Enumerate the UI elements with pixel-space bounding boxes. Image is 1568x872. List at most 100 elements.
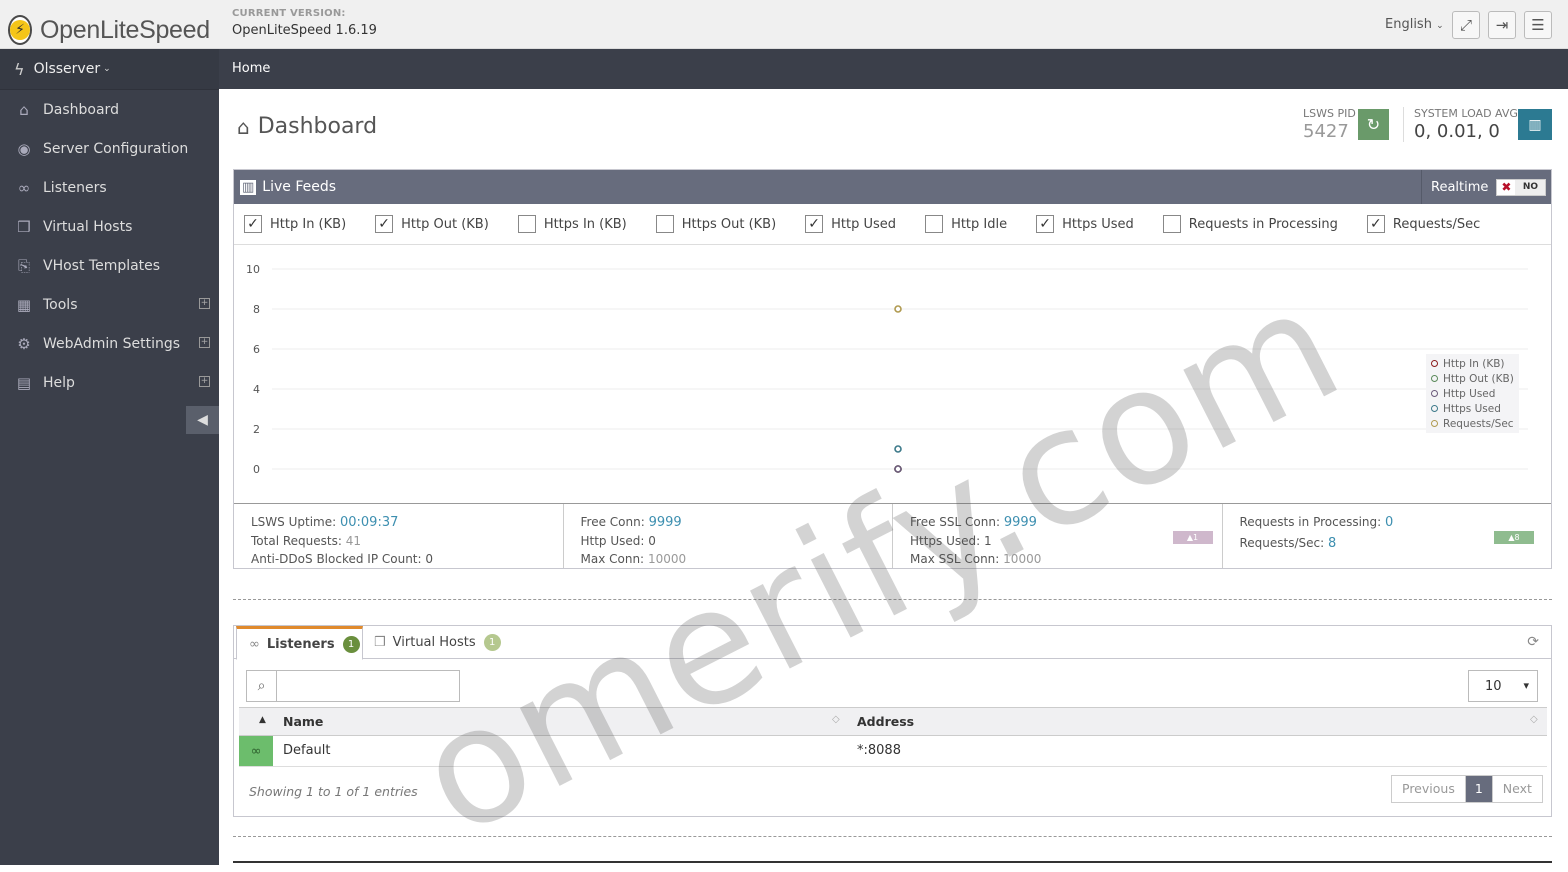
realtime-label: Realtime — [1431, 179, 1489, 195]
expand-plus-icon[interactable]: + — [199, 337, 210, 348]
sidebar-item-vhost-templates[interactable]: ⎘ VHost Templates — [0, 246, 219, 285]
sort-icon[interactable]: ◇ — [1530, 714, 1538, 725]
series-checkbox[interactable]: ✓ Http In (KB) — [244, 215, 346, 233]
series-checkbox[interactable]: ✓ Http Used — [805, 215, 896, 233]
collapse-sidebar-button[interactable]: ◀ — [186, 406, 219, 434]
sidebar-item-server-configuration[interactable]: ◉ Server Configuration — [0, 129, 219, 168]
menu-button[interactable]: ☰ — [1524, 11, 1552, 39]
stats-row: LSWS Uptime: 00:09:37 Total Requests: 41… — [234, 503, 1551, 568]
page-size-select[interactable]: 10 ▾ — [1468, 670, 1538, 702]
page-title: ⌂ Dashboard — [237, 114, 377, 139]
language-select[interactable]: English ⌄ — [1385, 17, 1444, 32]
y-tick-label: 4 — [253, 383, 260, 396]
series-checkbox[interactable]: Http Idle — [925, 215, 1007, 233]
series-checkbox[interactable]: ✓ Http Out (KB) — [375, 215, 489, 233]
restart-button[interactable]: ↻ — [1358, 109, 1389, 140]
gear-icon: ⚙ — [17, 334, 31, 353]
legend-dot-icon — [1431, 390, 1438, 397]
page-1-button[interactable]: 1 — [1465, 776, 1493, 802]
legend-item: Requests/Sec — [1431, 416, 1514, 431]
tab-virtual-hosts[interactable]: ❒ Virtual Hosts 1 — [374, 626, 501, 659]
server-selector[interactable]: ϟ Olsserver ⌄ — [0, 49, 219, 90]
series-checkbox[interactable]: ✓ Https Used — [1036, 215, 1134, 233]
y-tick-label: 10 — [246, 263, 260, 276]
logout-button[interactable]: ⇥ — [1488, 11, 1516, 39]
expand-plus-icon[interactable]: + — [199, 376, 210, 387]
sort-icon[interactable]: ◇ — [832, 714, 840, 725]
link-icon: ∞ — [239, 736, 273, 766]
sidebar-item-listeners[interactable]: ∞ Listeners — [0, 168, 219, 207]
column-header-name[interactable]: Name — [283, 714, 323, 729]
req-sec-value: 8 — [1328, 536, 1337, 551]
checkmark-icon[interactable]: ✓ — [805, 215, 824, 233]
max-ssl-value: 10000 — [1003, 552, 1042, 566]
free-conn-label: Free Conn: — [580, 515, 645, 529]
checkbox-box[interactable] — [1162, 215, 1181, 233]
next-page-button[interactable]: Next — [1493, 776, 1542, 802]
series-checkbox[interactable]: ✓ Requests/Sec — [1366, 215, 1480, 233]
realtime-toggle[interactable]: ✖ NO — [1496, 178, 1547, 196]
max-conn-value: 10000 — [647, 552, 687, 566]
book-icon: ▤ — [16, 373, 32, 392]
sidebar-item-webadmin-settings[interactable]: ⚙ WebAdmin Settings + — [0, 324, 219, 363]
fullscreen-button[interactable]: ⤢ — [1452, 11, 1480, 39]
series-checkbox[interactable]: Requests in Processing — [1162, 215, 1338, 233]
column-header-address[interactable]: Address — [857, 714, 914, 729]
real-time-stats-button[interactable]: ▥ — [1518, 109, 1552, 140]
series-checkbox[interactable]: Https In (KB) — [517, 215, 627, 233]
checkmark-icon[interactable]: ✓ — [244, 215, 262, 233]
chart-svg: 10 8 6 4 2 0 — [246, 263, 1528, 476]
checkbox-label: Http In (KB) — [270, 216, 347, 232]
lightning-logo-icon: ⚡ — [8, 15, 32, 45]
table-header: ▲ Name ◇ Address ◇ — [239, 707, 1547, 736]
legend-dot-icon — [1431, 375, 1438, 382]
expand-plus-icon[interactable]: + — [199, 298, 210, 309]
sidebar-item-virtual-hosts[interactable]: ❒ Virtual Hosts — [0, 207, 219, 246]
series-checkbox[interactable]: Https Out (KB) — [655, 215, 776, 233]
cell-name[interactable]: Default — [283, 743, 331, 758]
refresh-icon: ↻ — [1366, 115, 1381, 134]
tab-count-badge: 1 — [483, 634, 501, 651]
data-point — [894, 445, 902, 453]
sidebar-item-label: VHost Templates — [43, 257, 161, 274]
version-label: CURRENT VERSION: — [232, 8, 346, 19]
checkbox-label: Requests in Processing — [1188, 216, 1338, 232]
uptime-value: 00:09:37 — [339, 515, 399, 530]
link-icon: ∞ — [249, 636, 260, 652]
chevron-down-icon: ⌄ — [1436, 21, 1444, 31]
previous-page-button[interactable]: Previous — [1392, 776, 1466, 802]
sign-out-icon: ⇥ — [1495, 16, 1509, 34]
section-divider — [233, 836, 1552, 837]
https-used-value: 1 — [984, 534, 992, 548]
sidebar-item-tools[interactable]: ▦ Tools + — [0, 285, 219, 324]
http-used-value: 0 — [648, 534, 656, 548]
checkbox-label: Http Used — [831, 216, 897, 232]
checkmark-icon[interactable]: ✓ — [1366, 215, 1385, 233]
version-value: OpenLiteSpeed 1.6.19 — [232, 23, 377, 38]
bar-chart-icon: ▥ — [1528, 116, 1542, 133]
tab-listeners[interactable]: ∞ Listeners 1 — [236, 626, 363, 660]
refresh-icon[interactable]: ⟳ — [1527, 634, 1539, 650]
app-logo[interactable]: ⚡ OpenLiteSpeed — [8, 13, 210, 47]
total-requests-value: 41 — [345, 534, 361, 548]
table-row[interactable]: ∞ Default *:8088 — [239, 736, 1547, 767]
checkbox-box[interactable] — [517, 215, 536, 233]
checkmark-icon[interactable]: ✓ — [1036, 215, 1055, 233]
table-search: ⌕ — [246, 670, 460, 702]
sidebar-item-label: Dashboard — [43, 101, 119, 118]
live-feeds-title: Live Feeds — [262, 179, 337, 195]
legend-label: Http In (KB) — [1443, 357, 1505, 370]
free-ssl-value: 9999 — [1003, 515, 1037, 530]
sidebar-item-help[interactable]: ▤ Help + — [0, 363, 219, 402]
requests-sparkline-badge: ▲8 — [1494, 531, 1534, 544]
breadcrumb-home[interactable]: Home — [232, 61, 270, 76]
search-input[interactable] — [277, 671, 459, 701]
sidebar-item-dashboard[interactable]: ⌂ Dashboard — [0, 90, 219, 129]
legend-label: Http Used — [1443, 387, 1496, 400]
checkbox-box[interactable] — [655, 215, 674, 233]
sort-asc-icon[interactable]: ▲ — [259, 715, 266, 725]
checkmark-icon[interactable]: ✓ — [375, 215, 394, 233]
stats-ssl-conn: Free SSL Conn: 9999 Https Used: 1 Max SS… — [893, 504, 1223, 568]
live-feed-chart: 10 8 6 4 2 0 Http In (KB) Http Out (KB) Http Us… — [234, 246, 1551, 502]
checkbox-box[interactable] — [925, 215, 944, 233]
